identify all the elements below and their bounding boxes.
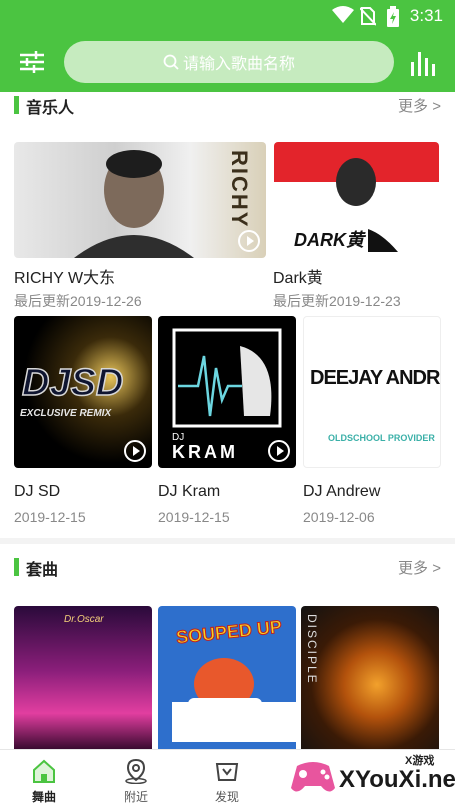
cover-art-text: RICHY [227,150,252,229]
discover-icon [215,763,239,781]
section-divider [0,538,455,544]
chevron-right-icon: > [432,98,441,115]
musician-card[interactable]: DARK黄 Dark黄 最后更新2019-12-23 [273,142,439,312]
more-label: 更多 [398,560,429,577]
sets-section-header: 套曲 更多 > [0,554,455,582]
cover-art-text: KRAM [172,442,238,462]
musician-name: Dark黄 [273,270,323,287]
tab-discover[interactable]: 发现 [197,756,257,806]
tab-dance[interactable]: 舞曲 [14,756,74,806]
musician-card[interactable]: DJ KRAM DJ Kram 2019-12-15 [158,316,296,526]
watermark-text: XYouXi.net [339,766,455,793]
play-icon[interactable] [268,440,290,462]
cover-white-block [172,702,296,742]
musician-updated: 2019-12-15 [158,509,230,525]
section-title: 套曲 [26,562,59,579]
musician-card[interactable]: DEEJAY ANDREW OLDSCHOOL PROVIDER DJ Andr… [303,316,441,526]
search-input[interactable]: 请输入歌曲名称 [64,41,394,83]
tab-label: 舞曲 [31,790,56,804]
search-icon [163,54,179,70]
cover-art-sub: EXCLUSIVE REMIX [20,408,112,419]
gamepad-logo-icon [291,762,335,792]
cover-art-text: Dr.Oscar [64,614,104,625]
tab-nearby[interactable]: 附近 [106,756,166,806]
clock-time: 3:31 [409,6,443,25]
sliders-icon [20,51,44,73]
cover-art-text: DEEJAY ANDREW [310,367,440,389]
section-accent-bar [14,558,19,576]
set-cover: DISCIPLE [301,606,439,749]
app-header: 3:31 请输入歌曲名称 [0,0,455,92]
musician-updated: 2019-12-06 [303,509,375,525]
musician-cover: DJSD EXCLUSIVE REMIX [14,316,152,468]
search-placeholder: 请输入歌曲名称 [182,56,295,73]
musician-updated: 最后更新2019-12-23 [273,293,401,309]
set-cover: SOUPED UP [158,606,296,749]
battery-charging-icon [387,6,399,27]
tab-label: 发现 [214,790,239,804]
musician-name: DJ Kram [158,483,221,500]
home-icon [33,759,55,783]
musician-name: RICHY W大东 [14,270,116,287]
cover-art-text: DJSD [21,361,124,405]
musician-card[interactable]: DJSD EXCLUSIVE REMIX DJ SD 2019-12-15 [14,316,152,526]
section-title: 音乐人 [26,100,75,117]
chevron-right-icon: > [432,560,441,577]
play-icon[interactable] [414,230,436,252]
musician-card[interactable]: RICHY RICHY W大东 最后更新2019-12-26 [14,142,266,312]
filter-button[interactable] [14,44,50,80]
musicians-section-header: 音乐人 更多 > [0,92,455,120]
wifi-icon [332,6,354,23]
more-link[interactable]: 更多 > [398,95,441,116]
musician-updated: 2019-12-15 [14,509,86,525]
more-label: 更多 [398,98,429,115]
section-accent-bar [14,96,19,114]
no-sim-icon [360,7,376,26]
musician-name: DJ Andrew [303,483,381,500]
location-icon [125,758,147,784]
site-watermark: X游戏 XYouXi.net [285,748,455,808]
cover-art-text: DARK黄 [290,226,368,252]
cover-art-text: DISCIPLE [305,614,319,685]
tab-label: 附近 [123,790,148,804]
musician-cover: DJ KRAM [158,316,296,468]
set-card[interactable]: DISCIPLE [301,606,439,749]
set-card[interactable]: Dr.Oscar [14,606,152,749]
more-link[interactable]: 更多 > [398,557,441,578]
musician-updated: 最后更新2019-12-26 [14,293,142,309]
musician-name: DJ SD [14,483,61,500]
musician-cover: DEEJAY ANDREW OLDSCHOOL PROVIDER [303,316,441,468]
equalizer-button[interactable] [405,44,441,80]
play-icon[interactable] [238,230,260,252]
set-cover: Dr.Oscar [14,606,152,749]
set-card[interactable]: SOUPED UP [158,606,296,749]
musician-cover: DARK黄 [274,142,439,258]
musician-cover: RICHY [14,142,266,258]
status-bar: 3:31 [0,0,455,32]
equalizer-icon [411,52,435,76]
play-icon[interactable] [124,440,146,462]
cover-art-sub: OLDSCHOOL PROVIDER [328,433,435,443]
